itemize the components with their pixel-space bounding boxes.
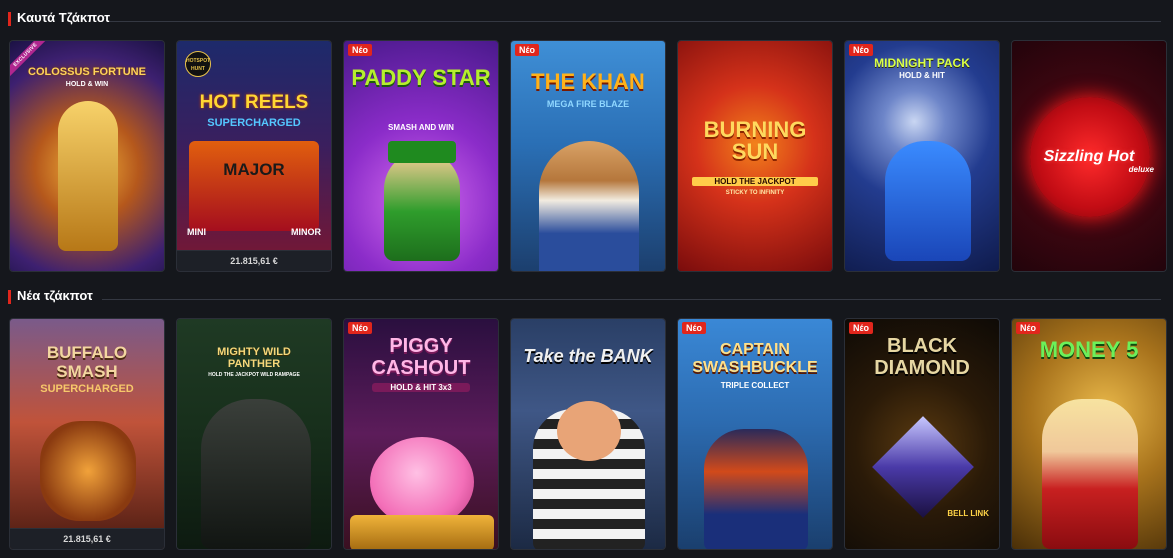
game-logo: MIDNIGHT PACK — [874, 56, 970, 70]
game-tile-captain-swashbuckle[interactable]: Νέο CAPTAIN SWASHBUCKLE TRIPLE COLLECT — [677, 318, 833, 550]
new-badge: Νέο — [348, 322, 373, 334]
game-tile-colossus-fortune[interactable]: EXCLUSIVE COLOSSUS FORTUNE HOLD & WIN — [9, 40, 165, 272]
section-new-jackpots: Νέα τζάκποτ BUFFALO SMASH SUPERCHARGED 2… — [0, 282, 1173, 550]
game-logo: BURNING SUN — [703, 117, 807, 164]
game-logo: THE KHAN — [531, 69, 645, 94]
game-tile-paddy-star[interactable]: Νέο PADDY STAR SMASH AND WIN — [343, 40, 499, 272]
woman-figure — [1042, 399, 1138, 549]
game-logo: Sizzling Hot — [1043, 148, 1135, 165]
game-subtitle: HOLD THE JACKPOT — [692, 177, 818, 186]
game-subtitle: deluxe — [1128, 165, 1154, 174]
wolf-figure — [885, 141, 971, 261]
game-subtitle: HOLD & HIT 3x3 — [372, 383, 470, 392]
new-badge: Νέο — [515, 44, 540, 56]
game-tile-burning-sun[interactable]: BURNING SUN HOLD THE JACKPOT STICKY TO I… — [677, 40, 833, 272]
game-tile-hot-reels[interactable]: HOTSPOT HUNT HOT REELS SUPERCHARGED MAJO… — [176, 40, 332, 272]
section-title: Νέα τζάκποτ — [17, 288, 93, 303]
section-header: Νέα τζάκποτ — [0, 282, 1173, 304]
section-divider — [102, 299, 1161, 300]
jackpot-amount: 21.815,61 € — [177, 250, 331, 271]
game-tile-buffalo-smash[interactable]: BUFFALO SMASH SUPERCHARGED 21.815,61 € — [9, 318, 165, 550]
games-row: EXCLUSIVE COLOSSUS FORTUNE HOLD & WIN HO… — [9, 40, 1169, 274]
mini-label: MINI — [187, 227, 206, 237]
game-subtitle: HOLD & WIN — [65, 81, 109, 88]
leprechaun-figure — [384, 151, 460, 261]
khan-figure — [539, 141, 639, 271]
section-divider — [110, 21, 1161, 22]
game-logo: COLOSSUS FORTUNE — [28, 66, 146, 78]
new-badge: Νέο — [348, 44, 373, 56]
game-subtitle: HOLD THE JACKPOT WILD RAMPAGE — [208, 372, 300, 378]
game-subtitle-2: STICKY TO INFINITY — [725, 190, 785, 196]
gold-coins — [350, 515, 494, 549]
game-tile-midnight-pack[interactable]: Νέο MIDNIGHT PACK HOLD & HIT — [844, 40, 1000, 272]
new-badge: Νέο — [682, 322, 707, 334]
hotspot-hunt-logo: HOTSPOT HUNT — [185, 51, 211, 77]
game-logo: BLACK DIAMOND — [874, 335, 970, 379]
minor-label: MINOR — [291, 227, 321, 237]
robber-head — [557, 401, 621, 461]
pirate-figure — [704, 429, 808, 549]
warrior-figure — [58, 101, 118, 251]
section-accent-bar — [8, 290, 11, 304]
section-title: Καυτά Τζάκποτ — [17, 10, 111, 25]
piggy-bank — [370, 437, 474, 527]
game-tile-piggy-cashout[interactable]: Νέο PIGGY CASHOUT HOLD & HIT 3x3 — [343, 318, 499, 550]
game-tile-money-5[interactable]: Νέο MONEY 5 — [1011, 318, 1167, 550]
new-badge: Νέο — [849, 44, 874, 56]
panther-figure — [201, 399, 311, 549]
game-logo: Take the BANK — [523, 346, 653, 366]
game-subtitle: HOLD & HIT — [899, 71, 945, 80]
game-logo: HOT REELS — [199, 92, 309, 113]
sevens-graphic — [189, 141, 319, 231]
game-subtitle: SUPERCHARGED — [40, 383, 134, 395]
game-logo: BUFFALO SMASH — [46, 343, 128, 381]
game-tile-sizzling-hot[interactable]: Sizzling Hot deluxe — [1011, 40, 1167, 272]
game-tile-mighty-wild-panther[interactable]: MIGHTY WILD PANTHER HOLD THE JACKPOT WIL… — [176, 318, 332, 550]
game-logo: CAPTAIN SWASHBUCKLE — [692, 341, 818, 376]
game-subtitle: SUPERCHARGED — [207, 117, 301, 129]
new-badge: Νέο — [849, 322, 874, 334]
game-tile-take-the-bank[interactable]: Take the BANK — [510, 318, 666, 550]
major-label: MAJOR — [223, 160, 285, 179]
game-logo: PADDY STAR — [351, 65, 491, 90]
game-logo: MIGHTY WILD — [217, 346, 291, 358]
game-logo-line-2: PANTHER — [227, 358, 281, 370]
leprechaun-hat — [388, 141, 456, 163]
section-accent-bar — [8, 12, 11, 26]
games-row: BUFFALO SMASH SUPERCHARGED 21.815,61 € M… — [9, 318, 1169, 552]
section-header: Καυτά Τζάκποτ — [0, 4, 1173, 26]
new-badge: Νέο — [1016, 322, 1041, 334]
game-tile-the-khan[interactable]: Νέο THE KHAN MEGA FIRE BLAZE — [510, 40, 666, 272]
game-subtitle: MEGA FIRE BLAZE — [546, 99, 630, 109]
game-logo: PIGGY CASHOUT — [371, 335, 471, 379]
buffalo-head — [40, 421, 136, 521]
game-logo: MONEY 5 — [1039, 337, 1139, 362]
section-hot-jackpots: Καυτά Τζάκποτ EXCLUSIVE COLOSSUS FORTUNE… — [0, 4, 1173, 272]
jackpot-amount: 21.815,61 € — [10, 528, 164, 549]
game-subtitle: BELL LINK — [947, 509, 989, 518]
game-subtitle: TRIPLE COLLECT — [720, 381, 790, 390]
game-subtitle: SMASH AND WIN — [388, 123, 454, 132]
game-tile-black-diamond[interactable]: Νέο BLACK DIAMOND BELL LINK — [844, 318, 1000, 550]
